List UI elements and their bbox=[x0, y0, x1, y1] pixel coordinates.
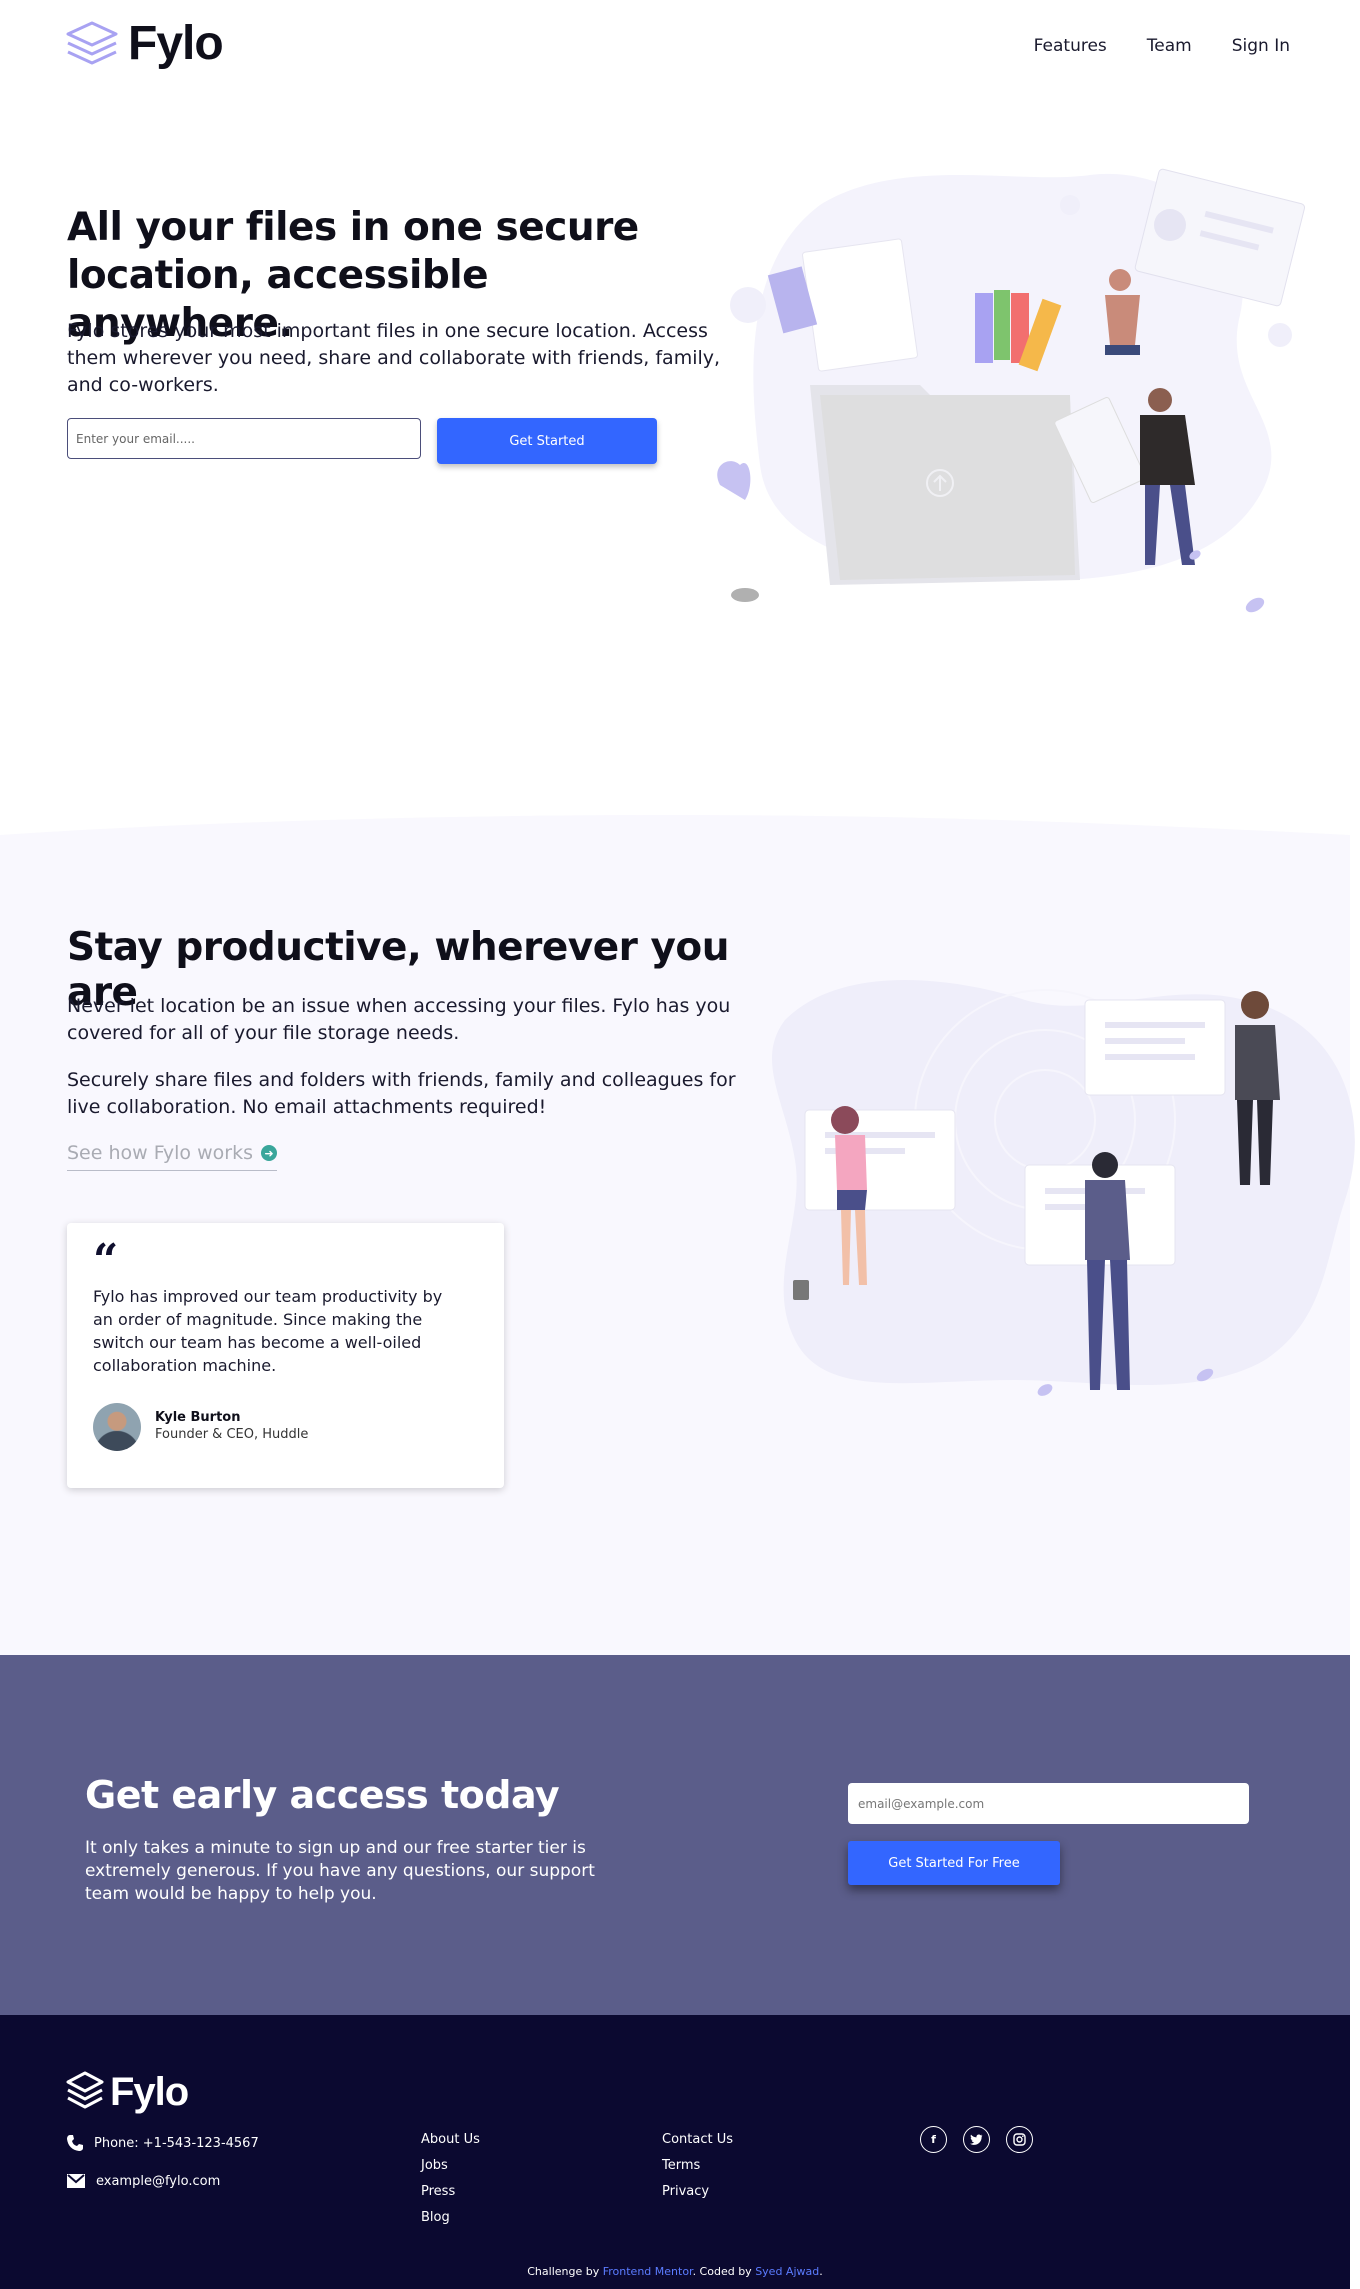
footer-logo-text: Fylo bbox=[110, 2069, 189, 2114]
early-access-title: Get early access today bbox=[85, 1773, 560, 1817]
credit-link-frontend-mentor[interactable]: Frontend Mentor bbox=[603, 2265, 693, 2278]
footer-logo[interactable]: Fylo bbox=[66, 2069, 189, 2115]
footer-link-jobs[interactable]: Jobs bbox=[421, 2158, 480, 2174]
footer-links-column-1: About Us Jobs Press Blog bbox=[421, 2132, 480, 2226]
landing-page: Fylo Features Team Sign In All your file… bbox=[0, 0, 1360, 2289]
get-started-button[interactable]: Get Started bbox=[437, 418, 657, 464]
logo-text: Fylo bbox=[128, 17, 224, 70]
credit-link-author[interactable]: Syed Ajwad bbox=[755, 2265, 819, 2278]
hero-illustration bbox=[717, 168, 1306, 613]
early-access-description: It only takes a minute to sign up and ou… bbox=[85, 1838, 595, 1904]
footer-phone-text: Phone: +1-543-123-4567 bbox=[94, 2135, 259, 2151]
footer-links-column-2: Contact Us Terms Privacy bbox=[662, 2132, 733, 2200]
footer-link-press[interactable]: Press bbox=[421, 2184, 480, 2200]
arrow-right-icon: ➜ bbox=[260, 1145, 277, 1161]
main-nav: Features Team Sign In bbox=[1034, 36, 1290, 56]
credit-suffix: . bbox=[819, 2265, 823, 2278]
productive-paragraph-2: Securely share files and folders with fr… bbox=[67, 1069, 736, 1118]
productive-illustration bbox=[772, 980, 1355, 1396]
testimonial-quote: Fylo has improved our team productivity … bbox=[93, 1287, 443, 1375]
see-how-fylo-works-link[interactable]: See how Fylo works ➜ bbox=[67, 1142, 277, 1171]
social-links: f bbox=[920, 2126, 1033, 2153]
facebook-icon[interactable]: f bbox=[920, 2126, 947, 2153]
avatar bbox=[93, 1403, 141, 1451]
nav-sign-in[interactable]: Sign In bbox=[1232, 36, 1290, 56]
productive-paragraph-1: Never let location be an issue when acce… bbox=[67, 995, 731, 1044]
testimonial-card: “ Fylo has improved our team productivit… bbox=[67, 1223, 504, 1488]
footer-phone: Phone: +1-543-123-4567 bbox=[66, 2134, 259, 2152]
credit-prefix: Challenge by bbox=[527, 2265, 600, 2278]
get-started-for-free-button[interactable]: Get Started For Free bbox=[848, 1841, 1060, 1885]
instagram-icon[interactable] bbox=[1006, 2126, 1033, 2153]
twitter-icon[interactable] bbox=[963, 2126, 990, 2153]
hero-email-input[interactable] bbox=[67, 418, 421, 459]
footer-email: example@fylo.com bbox=[66, 2173, 220, 2189]
layers-logo-icon bbox=[66, 21, 118, 64]
testimonial-name: Kyle Burton bbox=[155, 1410, 241, 1425]
early-access-section: Get early access today It only takes a m… bbox=[0, 1655, 1350, 2015]
layers-logo-icon bbox=[66, 2071, 104, 2109]
mail-icon bbox=[67, 2174, 85, 2188]
logo[interactable]: Fylo bbox=[66, 16, 224, 71]
quote-icon: “ bbox=[93, 1235, 119, 1286]
hero-description: Fylo stores your most important files in… bbox=[67, 320, 721, 396]
footer-link-terms[interactable]: Terms bbox=[662, 2158, 733, 2174]
footer-link-contact-us[interactable]: Contact Us bbox=[662, 2132, 733, 2148]
footer-email-text[interactable]: example@fylo.com bbox=[96, 2174, 220, 2189]
header: Fylo Features Team Sign In bbox=[0, 0, 1360, 100]
footer: Fylo Phone: +1-543-123-4567 example@fylo… bbox=[0, 2015, 1350, 2289]
attribution: Challenge by Frontend Mentor. Coded by S… bbox=[0, 2265, 1350, 2278]
footer-link-privacy[interactable]: Privacy bbox=[662, 2184, 733, 2200]
nav-team[interactable]: Team bbox=[1147, 36, 1192, 56]
phone-icon bbox=[67, 2135, 83, 2151]
footer-link-about-us[interactable]: About Us bbox=[421, 2132, 480, 2148]
footer-link-blog[interactable]: Blog bbox=[421, 2210, 480, 2226]
early-access-email-input[interactable] bbox=[848, 1783, 1249, 1824]
testimonial-role: Founder & CEO, Huddle bbox=[155, 1427, 309, 1442]
credit-middle: . Coded by bbox=[692, 2265, 752, 2278]
see-how-label: See how Fylo works bbox=[67, 1142, 253, 1164]
nav-features[interactable]: Features bbox=[1034, 36, 1107, 56]
